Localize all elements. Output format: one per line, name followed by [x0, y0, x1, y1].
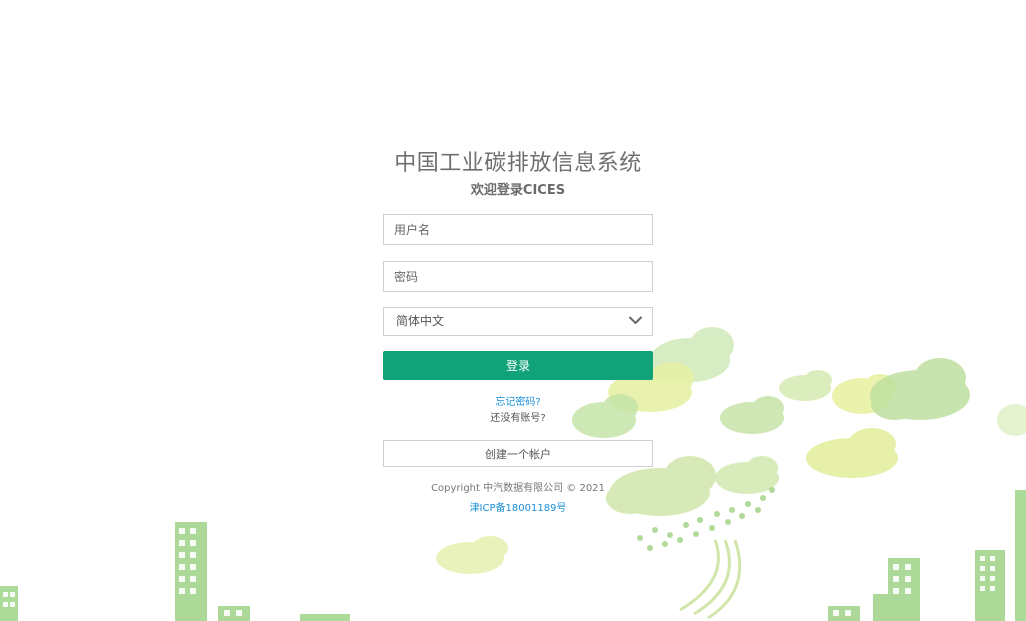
icp-license-link[interactable]: 津ICP备18001189号 [470, 502, 567, 516]
login-panel: 中国工业碳排放信息系统 欢迎登录CICES 简体中文 登录 忘记密码? 还没有账… [383, 146, 653, 516]
page-title: 中国工业碳排放信息系统 [394, 151, 642, 176]
password-input[interactable] [383, 261, 653, 292]
welcome-subtitle: 欢迎登录CICES [470, 183, 566, 198]
chevron-down-icon [629, 316, 642, 324]
copyright-text: Copyright 中汽数据有限公司 © 2021 [431, 483, 605, 494]
login-page: 中国工业碳排放信息系统 欢迎登录CICES 简体中文 登录 忘记密码? 还没有账… [0, 0, 1026, 621]
no-account-text: 还没有账号? [490, 413, 546, 424]
login-button[interactable]: 登录 [383, 351, 653, 380]
forgot-password-link[interactable]: 忘记密码? [495, 396, 540, 410]
language-select-value: 简体中文 [396, 314, 445, 328]
username-input[interactable] [383, 214, 653, 245]
create-account-button[interactable]: 创建一个帐户 [383, 440, 653, 467]
language-select[interactable]: 简体中文 [383, 307, 653, 336]
